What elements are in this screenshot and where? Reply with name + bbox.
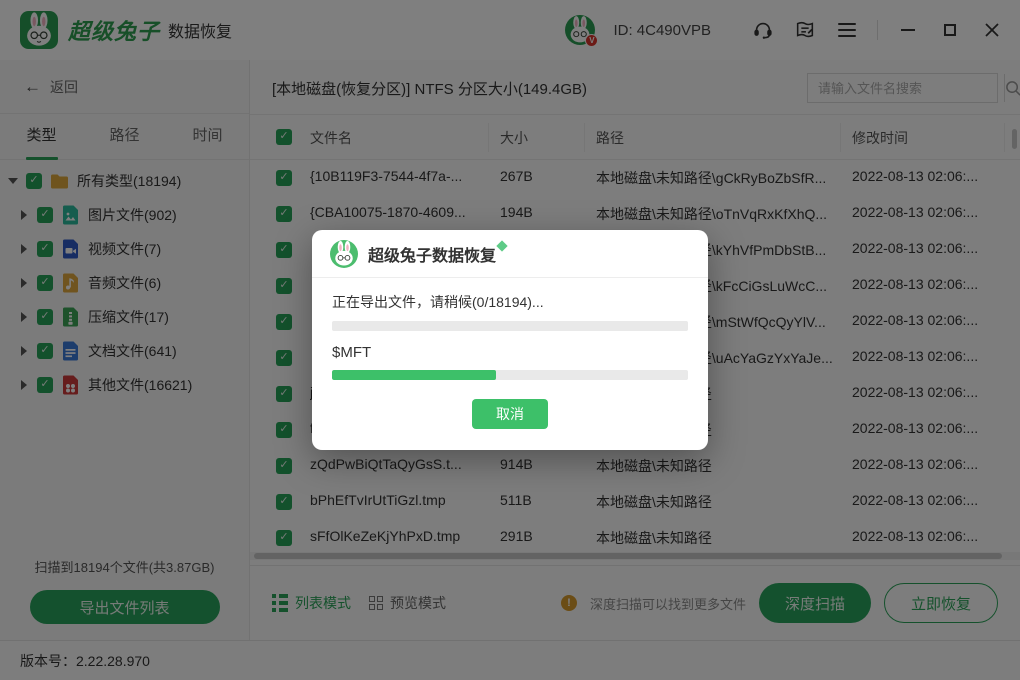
- app-window: 超级兔子 数据恢复 V ID: 4C490VPB: [0, 0, 1020, 680]
- overall-progress-bar: [332, 321, 688, 331]
- cancel-button[interactable]: 取消: [472, 399, 548, 429]
- export-progress-dialog: 超级兔子数据恢复 正在导出文件，请稍候(0/18194)... $MFT 取消: [312, 230, 708, 450]
- current-file-name: $MFT: [332, 344, 688, 361]
- dialog-title: 超级兔子数据恢复: [368, 242, 496, 266]
- dialog-header: 超级兔子数据恢复: [312, 230, 708, 278]
- file-progress-fill: [332, 370, 496, 380]
- dialog-rabbit-icon: [330, 240, 358, 268]
- diamond-accent-icon: [496, 240, 507, 251]
- export-status-text: 正在导出文件，请稍候(0/18194)...: [332, 292, 688, 312]
- file-progress-bar: [332, 370, 688, 380]
